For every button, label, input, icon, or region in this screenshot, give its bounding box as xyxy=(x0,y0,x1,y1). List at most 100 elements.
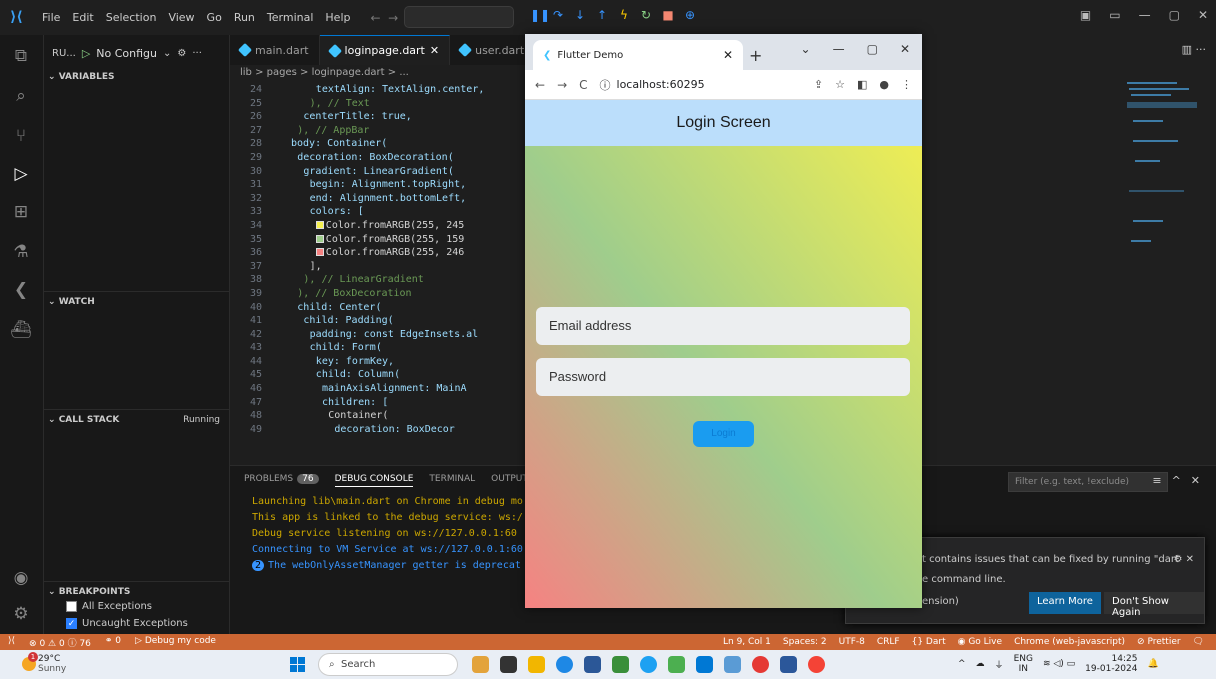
testing-icon[interactable]: ⚗ xyxy=(10,241,32,263)
flutter-device[interactable]: Chrome (web-javascript) xyxy=(1014,637,1125,647)
code-line[interactable]: 38), // LinearGradient xyxy=(230,273,530,287)
search-icon[interactable]: ⌕ xyxy=(10,85,32,107)
usb-icon[interactable]: ⏚ xyxy=(995,658,1004,671)
checkbox-checked[interactable]: ✓ xyxy=(66,618,77,629)
share-icon[interactable]: ⇪ xyxy=(814,78,823,91)
back-icon[interactable]: ← xyxy=(535,78,545,92)
taskbar-search[interactable]: ⌕ Search xyxy=(318,653,458,676)
variables-section-header[interactable]: ⌄ VARIABLES xyxy=(44,67,230,87)
address-bar[interactable]: ⓘ localhost:60295 xyxy=(600,77,705,93)
hot-reload-icon[interactable]: ϟ xyxy=(618,8,630,22)
menu-go[interactable]: Go xyxy=(201,11,228,24)
code-line[interactable]: 42 padding: const EdgeInsets.al xyxy=(230,328,530,342)
debug-step-out-icon[interactable]: ↑ xyxy=(596,8,608,22)
accounts-icon[interactable]: ◉ xyxy=(10,567,32,589)
notification-bell-icon[interactable]: 🔔 xyxy=(1147,659,1158,669)
run-debug-icon[interactable]: ▷ xyxy=(10,163,32,185)
tab-search-icon[interactable]: ⌄ xyxy=(801,42,811,56)
restore-icon[interactable]: ▢ xyxy=(1169,8,1180,22)
code-line[interactable]: 36 Color.fromARGB(255, 246 xyxy=(230,246,530,260)
minimap[interactable] xyxy=(1125,80,1210,265)
new-tab-button[interactable]: + xyxy=(749,46,762,65)
debug-step-into-icon[interactable]: ↓ xyxy=(574,8,586,22)
code-line[interactable]: 24 textAlign: TextAlign.center, xyxy=(230,83,530,97)
manage-gear-icon[interactable]: ⚙ xyxy=(10,603,32,625)
command-center[interactable] xyxy=(404,6,514,28)
code-line[interactable]: 28 body: Container( xyxy=(230,137,530,151)
code-editor[interactable]: 24 textAlign: TextAlign.center, 25), // Te… xyxy=(230,83,530,465)
code-line[interactable]: 25), // Text xyxy=(230,97,530,111)
reload-icon[interactable]: C xyxy=(579,78,587,92)
cursor-position[interactable]: Ln 9, Col 1 xyxy=(723,637,771,647)
code-line[interactable]: 33 colors: [ xyxy=(230,205,530,219)
vscode-taskbar-icon[interactable] xyxy=(696,656,713,673)
code-line[interactable]: 37], xyxy=(230,260,530,274)
flutter-icon[interactable]: ❮ xyxy=(10,279,32,301)
chrome-icon[interactable] xyxy=(752,656,769,673)
browser-tab[interactable]: ❮ Flutter Demo ✕ xyxy=(533,40,743,70)
line-ending[interactable]: CRLF xyxy=(877,637,900,647)
menu-selection[interactable]: Selection xyxy=(100,11,163,24)
file-explorer-icon[interactable] xyxy=(528,656,545,673)
docker-icon[interactable]: ⛴ xyxy=(10,319,32,341)
app-icon[interactable] xyxy=(612,656,629,673)
onedrive-icon[interactable]: ☁ xyxy=(976,659,985,669)
code-line[interactable]: 40 child: Center( xyxy=(230,301,530,315)
code-line[interactable]: 39), // BoxDecoration xyxy=(230,287,530,301)
email-field[interactable]: Email address xyxy=(536,307,910,345)
debug-stop-icon[interactable]: ■ xyxy=(662,8,674,22)
minimize-icon[interactable]: — xyxy=(833,42,845,56)
code-line[interactable]: 41 child: Padding( xyxy=(230,314,530,328)
code-line[interactable]: 29 decoration: BoxDecoration( xyxy=(230,151,530,165)
chevron-down-icon[interactable]: ⌄ xyxy=(163,48,171,59)
call-stack-section-header[interactable]: ⌄ CALL STACK Running xyxy=(44,409,230,429)
code-line[interactable]: 32 end: Alignment.bottomLeft, xyxy=(230,192,530,206)
close-icon[interactable]: ✕ xyxy=(1198,8,1208,22)
learn-more-button[interactable]: Learn More xyxy=(1029,592,1101,614)
tab-output[interactable]: OUTPUT xyxy=(491,474,528,487)
layout-icon[interactable]: ▣ xyxy=(1080,8,1091,22)
extensions-icon[interactable]: ⊞ xyxy=(10,201,32,223)
watch-section-header[interactable]: ⌄ WATCH xyxy=(44,291,230,311)
app-icon-3[interactable] xyxy=(724,656,741,673)
source-control-icon[interactable]: ⑂ xyxy=(10,125,32,147)
list-icon[interactable]: ≡ xyxy=(1152,474,1161,487)
debug-config-select[interactable]: No Configu xyxy=(96,47,157,60)
menu-view[interactable]: View xyxy=(162,11,200,24)
notifications-bell-icon[interactable]: 🗨 xyxy=(1193,637,1204,647)
close-tab-icon[interactable]: ✕ xyxy=(430,44,439,57)
clock[interactable]: 14:25 19-01-2024 xyxy=(1085,654,1137,674)
menu-help[interactable]: Help xyxy=(319,11,356,24)
maximize-panel-icon[interactable]: ^ xyxy=(1172,474,1181,487)
code-line[interactable]: 45 child: Column( xyxy=(230,368,530,382)
tab-main-dart[interactable]: main.dart xyxy=(230,35,320,65)
panel-icon[interactable]: ▭ xyxy=(1109,8,1120,22)
menu-file[interactable]: File xyxy=(36,11,66,24)
code-line[interactable]: 46 mainAxisAlignment: MainA xyxy=(230,382,530,396)
nav-back-forward-icon[interactable]: ← → xyxy=(370,11,398,25)
more-actions-icon[interactable]: ··· xyxy=(192,48,202,59)
code-line[interactable]: 44 key: formKey, xyxy=(230,355,530,369)
debug-restart-icon[interactable]: ↻ xyxy=(640,8,652,22)
tab-terminal[interactable]: TERMINAL xyxy=(429,474,475,487)
tab-problems[interactable]: PROBLEMS 76 xyxy=(244,474,319,487)
language-indicator[interactable]: ENG IN xyxy=(1014,654,1033,674)
info-icon[interactable]: ⓘ xyxy=(600,77,611,93)
app-icon-2[interactable] xyxy=(668,656,685,673)
widgets-app-icon[interactable] xyxy=(472,656,489,673)
devtools-icon[interactable]: ⊕ xyxy=(684,8,696,22)
chrome-icon-2[interactable] xyxy=(808,656,825,673)
split-editor-icon[interactable]: ▥ ··· xyxy=(1182,43,1206,56)
word-icon[interactable] xyxy=(780,656,797,673)
menu-run[interactable]: Run xyxy=(228,11,261,24)
forward-icon[interactable]: → xyxy=(557,78,567,92)
close-tab-icon[interactable]: ✕ xyxy=(723,48,733,62)
telegram-icon[interactable] xyxy=(640,656,657,673)
remote-icon[interactable]: ⟩⟨ xyxy=(8,636,15,649)
weather-widget[interactable]: 29°C Sunny xyxy=(38,654,66,674)
go-live[interactable]: ◉ Go Live xyxy=(958,637,1002,647)
encoding[interactable]: UTF-8 xyxy=(839,637,865,647)
kebab-menu-icon[interactable]: ⋮ xyxy=(901,78,912,91)
profile-avatar-icon[interactable]: ● xyxy=(879,78,889,91)
debug-status[interactable]: ▷ Debug my code xyxy=(135,636,216,649)
